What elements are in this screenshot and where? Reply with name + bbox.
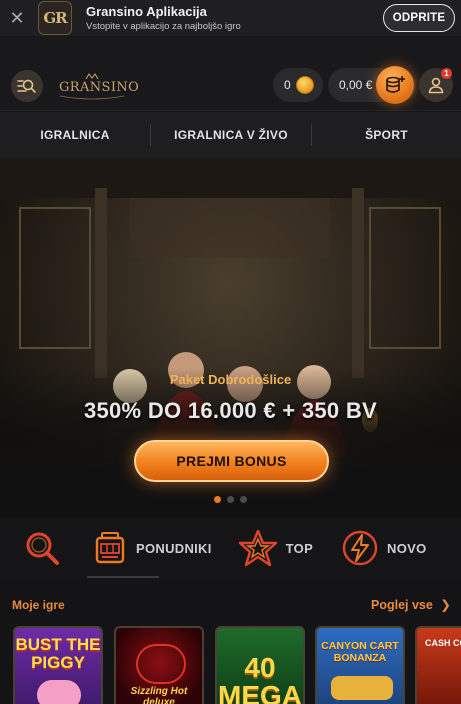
game-title: CASH CON	[425, 638, 461, 648]
app-banner-title: Gransino Aplikacija	[86, 3, 207, 19]
game-title: BUST THE PIGGY	[15, 635, 101, 672]
category-label-top: TOP	[285, 540, 314, 556]
deposit-button[interactable]	[376, 66, 414, 104]
my-games-title: Moje igre	[12, 598, 65, 612]
promo-banner[interactable]: Paket Dobrodošlice 350% DO 16.000 € + 35…	[0, 158, 461, 518]
game-ring-decor	[136, 644, 186, 684]
coin-icon	[295, 76, 314, 94]
brand-logo[interactable]: GRANSINO	[56, 72, 139, 102]
slot-machine-icon	[95, 532, 125, 564]
menu-search-icon	[17, 79, 36, 93]
open-app-button[interactable]: ODPRITE	[383, 4, 455, 32]
carousel-dot-1[interactable]	[214, 496, 221, 503]
chevron-right-icon: ❯	[440, 598, 451, 612]
category-label-new: NOVO	[387, 540, 427, 556]
main-nav: IGRALNICA IGRALNICA V ŽIVO ŠPORT	[0, 112, 461, 158]
piggy-icon	[37, 680, 81, 704]
claim-bonus-button[interactable]: PREJMI BONUS	[134, 440, 329, 482]
promo-title: Paket Dobrodošlice	[169, 372, 292, 387]
game-card[interactable]: CASH CON	[415, 626, 461, 704]
carousel-dots	[0, 496, 461, 503]
lightning-icon	[342, 530, 378, 566]
tab-igralnica-v-zivo[interactable]: IGRALNICA V ŽIVO	[151, 128, 311, 142]
balance-value: 0,00 €	[339, 78, 373, 92]
category-new[interactable]: NOVO	[341, 529, 426, 567]
user-icon	[428, 77, 444, 94]
see-all-label: Poglej vse	[371, 598, 433, 612]
promo-offer: 350% DO 16.000 € + 350 BV	[83, 398, 378, 423]
see-all-link[interactable]: Poglej vse ❯	[371, 597, 451, 612]
game-title: 40 MEGA	[218, 652, 302, 704]
coins-balance[interactable]: 0	[273, 68, 323, 102]
site-header: GRANSINO 0 0,00 € 1	[0, 36, 461, 111]
category-top[interactable]: TOP	[238, 528, 313, 568]
category-bar: PONUDNIKI TOP NOVO	[0, 518, 461, 578]
coin-stack-plus-icon	[386, 76, 405, 93]
close-icon[interactable]: ✕	[0, 0, 34, 36]
game-card[interactable]: 40 MEGA	[215, 626, 305, 704]
coins-value: 0	[284, 78, 291, 92]
carousel-dot-2[interactable]	[227, 496, 234, 503]
game-title: Sizzling Hot deluxe	[130, 686, 188, 704]
tab-igralnica[interactable]: IGRALNICA	[0, 128, 150, 142]
notification-badge: 1	[441, 68, 452, 79]
coins-decor	[331, 676, 393, 700]
app-logo-text: GR	[43, 9, 67, 27]
category-search[interactable]	[22, 528, 62, 568]
menu-search-button[interactable]	[11, 70, 43, 102]
game-card[interactable]: BUST THE PIGGY	[13, 626, 103, 704]
app-install-banner: ✕ GR Gransino Aplikacija Vstopite v apli…	[0, 0, 461, 36]
tab-sport[interactable]: ŠPORT	[312, 128, 461, 142]
star-icon	[238, 529, 277, 567]
my-games-header: Moje igre Poglej vse ❯	[0, 596, 461, 616]
brand-name: GRANSINO	[59, 80, 140, 95]
app-banner-subtitle: Vstopite v aplikacijo za najboljšo igro	[86, 20, 241, 32]
carousel-dot-3[interactable]	[240, 496, 247, 503]
category-label-providers: PONUDNIKI	[136, 540, 212, 556]
category-providers[interactable]: PONUDNIKI	[92, 530, 212, 566]
game-card[interactable]: Sizzling Hot deluxe	[114, 626, 204, 704]
search-icon	[26, 532, 59, 565]
my-games-carousel: BUST THE PIGGY Sizzling Hot deluxe 40 ME…	[13, 626, 461, 704]
game-card[interactable]: CANYON CART BONANZA	[315, 626, 405, 704]
app-logo: GR	[38, 1, 72, 35]
category-active-underline	[87, 576, 159, 578]
game-title: CANYON CART BONANZA	[321, 640, 399, 664]
